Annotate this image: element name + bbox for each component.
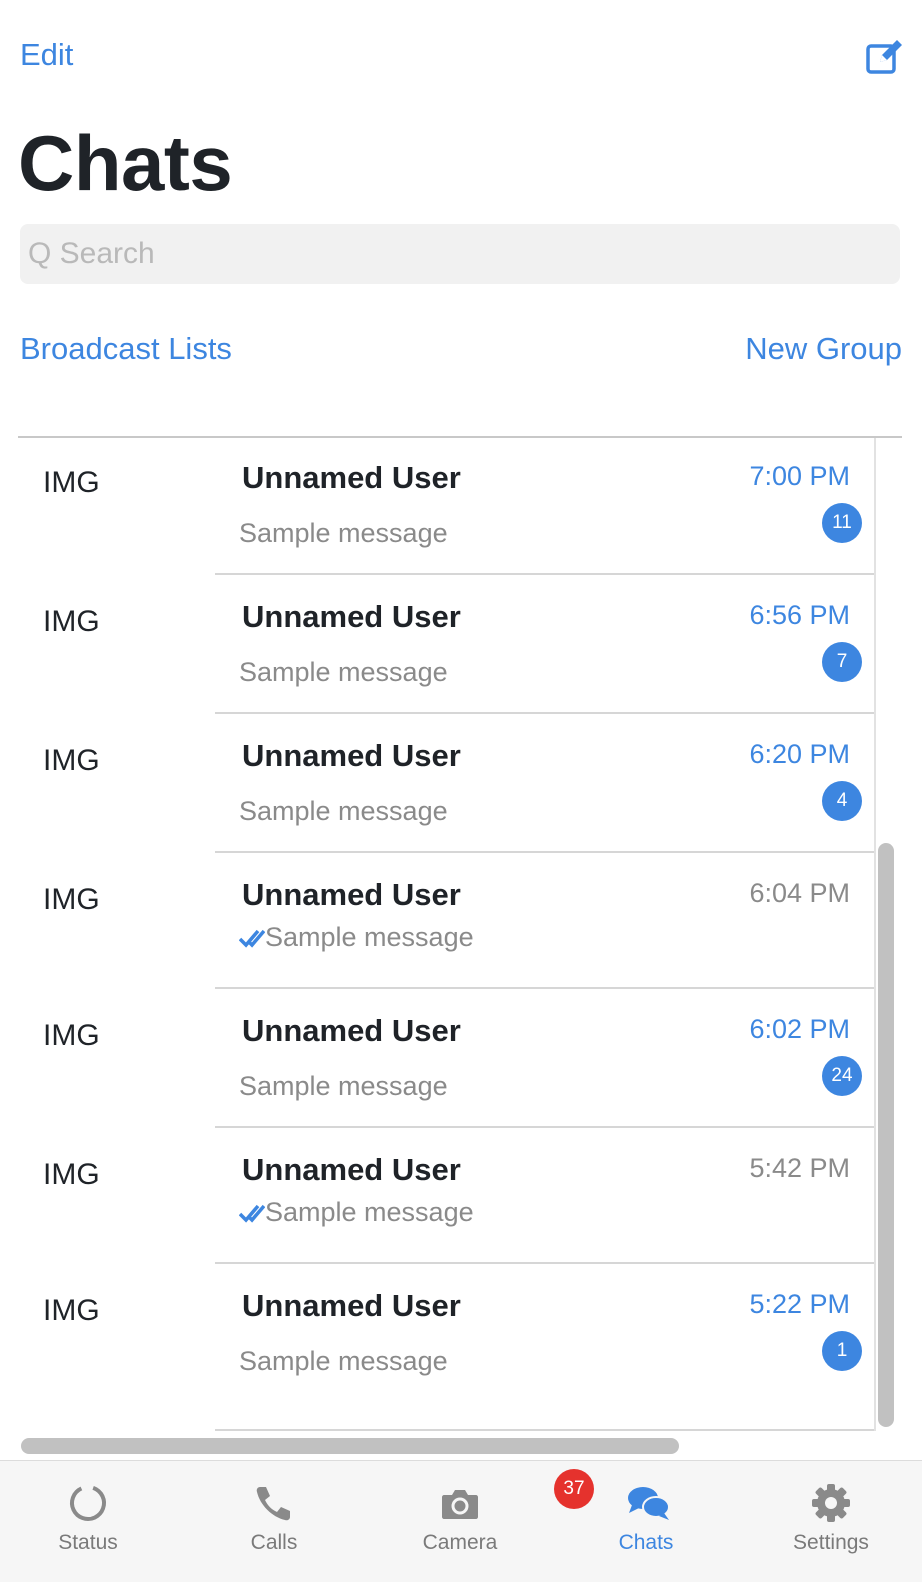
horizontal-scrollbar[interactable] — [21, 1438, 679, 1454]
contact-name: Unnamed User — [242, 599, 461, 634]
contact-name: Unnamed User — [242, 1013, 461, 1048]
tab-label: Calls — [250, 1531, 298, 1554]
message-preview: Sample message — [239, 1346, 448, 1377]
chat-row[interactable]: IMG Unnamed User Sample message 6:02 PM 24 — [18, 989, 874, 1128]
status-icon — [68, 1483, 108, 1523]
timestamp: 6:56 PM — [749, 600, 850, 630]
camera-icon — [440, 1483, 480, 1523]
tab-label: Camera — [422, 1531, 498, 1554]
chat-row-body: Unnamed User Sample message 5:22 PM 1 — [215, 1264, 874, 1431]
avatar: IMG — [43, 744, 100, 777]
chat-row-body: Unnamed User Sample message 7:00 PM 11 — [215, 438, 874, 575]
chat-row[interactable]: IMG Unnamed User Sample message 5:22 PM 1 — [18, 1264, 874, 1431]
chat-row[interactable]: IMG Unnamed User Sample message 5:42 PM — [18, 1128, 874, 1264]
chat-row-body: Unnamed User Sample message 6:04 PM — [215, 853, 874, 989]
timestamp: 5:22 PM — [749, 1289, 850, 1319]
unread-count-badge: 24 — [822, 1056, 862, 1096]
unread-count-badge: 11 — [822, 503, 862, 543]
vertical-scrollbar[interactable] — [878, 843, 894, 1427]
edit-button[interactable]: Edit — [20, 37, 73, 73]
tab-settings[interactable]: Settings — [766, 1461, 896, 1582]
message-text: Sample message — [239, 657, 448, 687]
message-text: Sample message — [239, 796, 448, 826]
phone-icon — [254, 1483, 294, 1523]
timestamp: 6:20 PM — [749, 739, 850, 769]
unread-count-badge: 4 — [822, 781, 862, 821]
message-preview: Sample message — [239, 657, 448, 688]
message-text: Sample message — [265, 922, 474, 952]
chat-row-body: Unnamed User Sample message 6:02 PM 24 — [215, 989, 874, 1128]
timestamp: 7:00 PM — [749, 461, 850, 491]
page-title: Chats — [18, 119, 233, 207]
search-input[interactable] — [20, 224, 900, 284]
timestamp: 5:42 PM — [749, 1153, 850, 1183]
broadcast-lists-link[interactable]: Broadcast Lists — [20, 331, 232, 367]
avatar: IMG — [43, 1158, 100, 1191]
chat-list[interactable]: IMG Unnamed User Sample message 7:00 PM 11 IM… — [18, 438, 894, 1460]
tab-chats[interactable]: Chats — [581, 1461, 711, 1582]
timestamp: 6:04 PM — [749, 878, 850, 908]
contact-name: Unnamed User — [242, 1152, 461, 1187]
tab-label: Status — [58, 1531, 118, 1554]
new-group-link[interactable]: New Group — [745, 331, 902, 367]
message-preview: Sample message — [239, 518, 448, 549]
chats-unread-badge: 37 — [554, 1469, 594, 1509]
chat-list-content: IMG Unnamed User Sample message 7:00 PM 11 IM… — [18, 438, 876, 1431]
message-text: Sample message — [239, 1346, 448, 1376]
contact-name: Unnamed User — [242, 738, 461, 773]
avatar: IMG — [43, 1294, 100, 1327]
message-preview: Sample message — [239, 1197, 474, 1228]
message-preview: Sample message — [239, 922, 474, 953]
timestamp: 6:02 PM — [749, 1014, 850, 1044]
contact-name: Unnamed User — [242, 460, 461, 495]
message-text: Sample message — [239, 1071, 448, 1101]
chat-row-body: Unnamed User Sample message 5:42 PM — [215, 1128, 874, 1264]
tab-calls[interactable]: Calls — [209, 1461, 339, 1582]
unread-count-badge: 1 — [822, 1331, 862, 1371]
unread-count-badge: 7 — [822, 642, 862, 682]
gear-icon — [811, 1483, 851, 1523]
avatar: IMG — [43, 1019, 100, 1052]
chat-row[interactable]: IMG Unnamed User Sample message 6:04 PM — [18, 853, 874, 989]
message-text: Sample message — [265, 1197, 474, 1227]
avatar: IMG — [43, 466, 100, 499]
chat-row-body: Unnamed User Sample message 6:56 PM 7 — [215, 575, 874, 714]
message-preview: Sample message — [239, 796, 448, 827]
tab-camera[interactable]: Camera — [395, 1461, 525, 1582]
double-check-icon — [239, 929, 265, 948]
chat-row[interactable]: IMG Unnamed User Sample message 7:00 PM 11 — [18, 438, 874, 575]
chats-icon — [626, 1483, 670, 1523]
message-text: Sample message — [239, 518, 448, 548]
avatar: IMG — [43, 883, 100, 916]
tab-label: Chats — [618, 1531, 674, 1554]
chat-row-body: Unnamed User Sample message 6:20 PM 4 — [215, 714, 874, 853]
message-preview: Sample message — [239, 1071, 448, 1102]
chat-row[interactable]: IMG Unnamed User Sample message 6:56 PM 7 — [18, 575, 874, 714]
compose-icon[interactable] — [866, 38, 904, 74]
chat-row[interactable]: IMG Unnamed User Sample message 6:20 PM 4 — [18, 714, 874, 853]
double-check-icon — [239, 1204, 265, 1223]
tab-label: Settings — [793, 1531, 869, 1554]
search-bar[interactable] — [20, 224, 900, 284]
tab-bar: Status Calls Camera Chats Settings — [0, 1460, 922, 1582]
avatar: IMG — [43, 605, 100, 638]
contact-name: Unnamed User — [242, 1288, 461, 1323]
tab-status[interactable]: Status — [23, 1461, 153, 1582]
contact-name: Unnamed User — [242, 877, 461, 912]
